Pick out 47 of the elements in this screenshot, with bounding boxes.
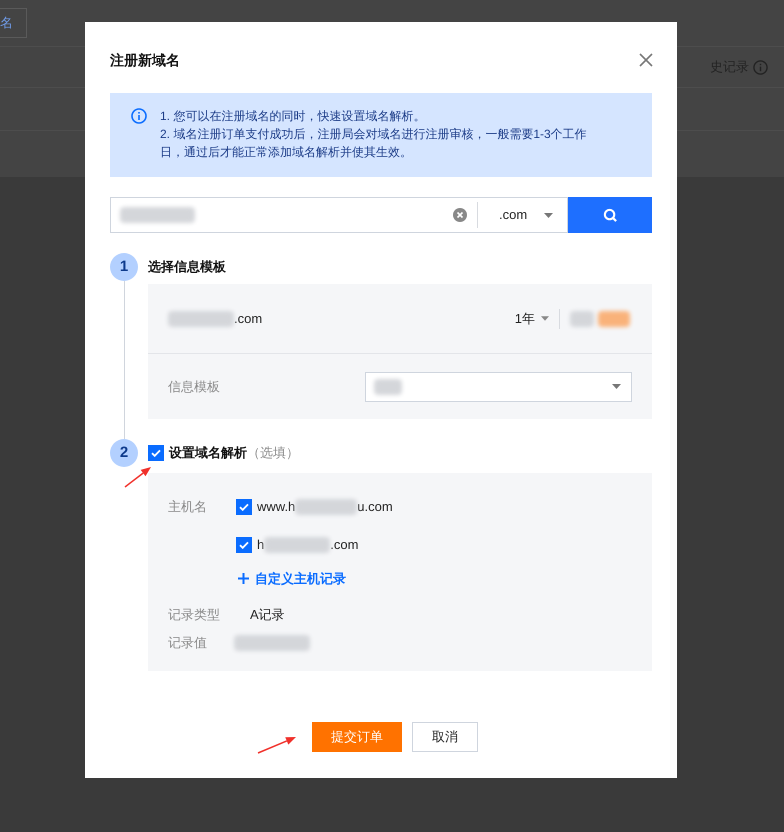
add-host-link[interactable]: 自定义主机记录	[238, 569, 393, 588]
field-label: 主机名	[168, 498, 208, 516]
step-number: 1	[110, 253, 138, 281]
blurred-text	[264, 537, 330, 553]
suffix-select[interactable]: .com	[478, 205, 567, 225]
check-icon	[238, 539, 250, 551]
blurred-text	[598, 310, 630, 326]
annotation-arrow	[258, 737, 296, 754]
caret-icon	[541, 316, 549, 321]
checkbox[interactable]	[148, 445, 164, 461]
plus-icon	[238, 573, 249, 584]
step-title: 选择信息模板	[148, 258, 227, 276]
field-label: 信息模板	[168, 378, 221, 396]
blurred-text	[168, 310, 234, 326]
field-label: 记录值	[168, 634, 208, 652]
caret-icon	[612, 384, 621, 389]
info-icon	[131, 108, 147, 124]
annotation-arrow	[124, 467, 151, 488]
caret-icon	[544, 212, 553, 218]
blurred-text	[295, 499, 358, 515]
notice-text: 2. 域名注册订单支付成功后，注册局会对域名进行注册审核，一般需要1-3个工作日，通过后才能正常添加域名解析并使其生效。	[160, 126, 588, 161]
checkbox[interactable]	[236, 537, 252, 553]
period-select[interactable]: 1年	[514, 308, 549, 328]
close-icon[interactable]	[639, 53, 653, 67]
search-icon	[602, 208, 618, 222]
record-type-value: A记录	[250, 606, 285, 624]
field-label: 记录类型	[168, 606, 221, 624]
domain-text: .com	[330, 536, 358, 554]
checkbox[interactable]	[236, 499, 252, 515]
clear-icon[interactable]	[453, 208, 467, 222]
cancel-button[interactable]: 取消	[412, 722, 478, 752]
check-icon	[238, 501, 250, 513]
blurred-text	[374, 378, 402, 394]
domain-search-field[interactable]: .com	[110, 197, 568, 233]
optional-hint: （选填）	[247, 444, 299, 462]
domain-text: .com	[234, 310, 262, 328]
check-icon	[150, 447, 162, 459]
search-button[interactable]	[568, 197, 652, 233]
domain-text: h	[257, 536, 264, 554]
domain-text: u.com	[357, 498, 393, 516]
info-icon	[753, 60, 768, 74]
dialog-title: 注册新域名	[110, 50, 180, 70]
step-number: 2	[110, 439, 138, 467]
domain-text: www.h	[257, 498, 296, 516]
step-title: 设置域名解析	[169, 444, 247, 462]
notice-text: 1. 您可以在注册域名的同时，快速设置域名解析。	[160, 108, 426, 125]
blurred-text	[570, 310, 594, 326]
